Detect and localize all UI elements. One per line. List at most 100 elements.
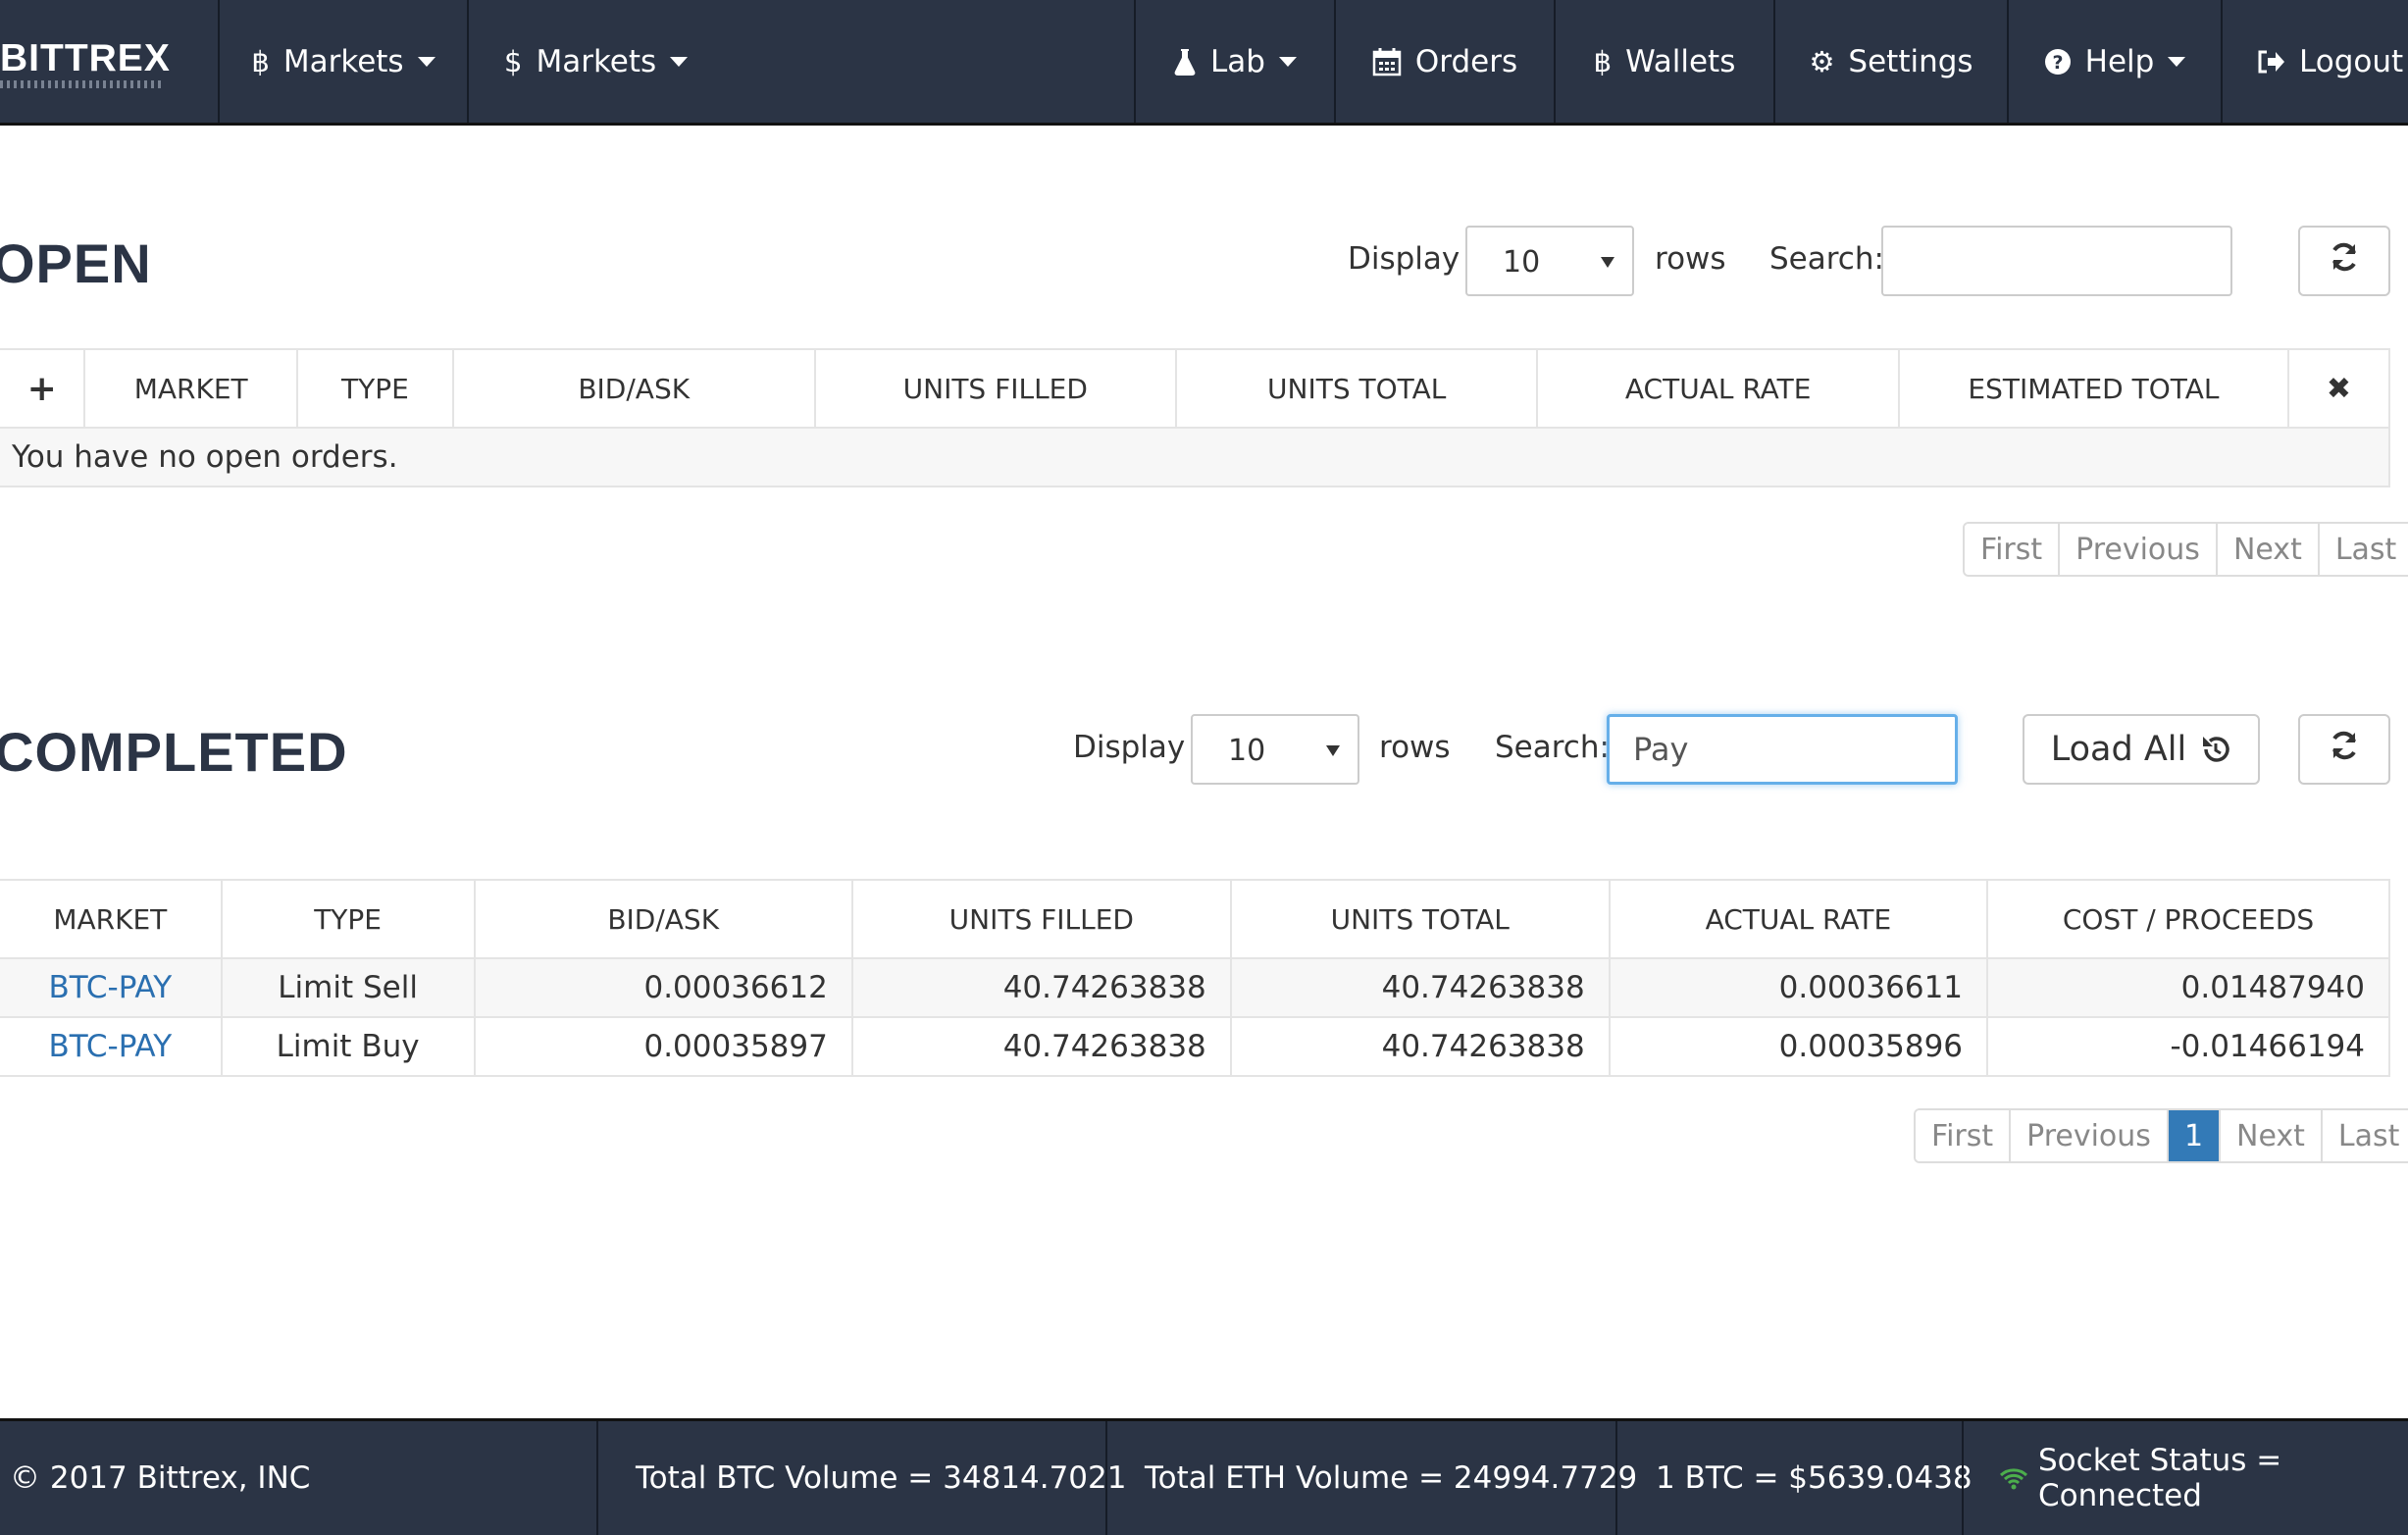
dropdown-arrow-icon bbox=[1601, 257, 1614, 268]
column-header[interactable]: MARKET bbox=[83, 348, 299, 429]
load-all-label: Load All bbox=[2050, 730, 2187, 769]
copyright: © 2017 Bittrex, INC bbox=[10, 1460, 311, 1496]
cost-proceeds: 0.01487940 bbox=[1986, 957, 2390, 1018]
empty-row: You have no open orders. bbox=[0, 427, 2390, 487]
column-header[interactable]: UNITS TOTAL bbox=[1229, 879, 1611, 959]
pager-first[interactable]: First bbox=[1916, 1110, 2012, 1161]
footer-divider bbox=[1962, 1421, 1964, 1535]
dollar-icon: $ bbox=[504, 44, 523, 78]
completed-search-label: Search: bbox=[1495, 730, 1610, 765]
add-column-button[interactable]: + bbox=[0, 348, 86, 429]
footer-bar: © 2017 Bittrex, INC Total BTC Volume = 3… bbox=[0, 1418, 2408, 1535]
btc-volume: Total BTC Volume = 34814.7021 bbox=[636, 1460, 1127, 1496]
select-value: 10 bbox=[1228, 734, 1266, 768]
table-row: BTC-PAY Limit Sell 0.00036612 40.7426383… bbox=[0, 957, 2390, 1018]
column-header[interactable]: UNITS TOTAL bbox=[1174, 348, 1539, 429]
open-refresh-button[interactable] bbox=[2298, 226, 2390, 296]
column-header[interactable]: ACTUAL RATE bbox=[1608, 879, 1989, 959]
nav-settings[interactable]: ⚙ Settings bbox=[1775, 0, 2007, 123]
top-navbar: BITTREX ฿ Markets $ Markets Lab Orders ฿… bbox=[0, 0, 2408, 126]
completed-orders-title: COMPLETED bbox=[0, 721, 348, 783]
btc-price: 1 BTC = $5639.0438 bbox=[1656, 1460, 1973, 1496]
pager-next[interactable]: Next bbox=[2221, 1110, 2323, 1161]
table-row: BTC-PAY Limit Buy 0.00035897 40.74263838… bbox=[0, 1016, 2390, 1077]
nav-lab[interactable]: Lab bbox=[1136, 0, 1334, 123]
gear-icon: ⚙ bbox=[1809, 44, 1835, 78]
flask-icon bbox=[1173, 48, 1197, 76]
socket-status: Socket Status = Connected bbox=[1999, 1421, 2408, 1535]
column-header[interactable]: UNITS FILLED bbox=[813, 348, 1178, 429]
completed-rows-label: rows bbox=[1379, 730, 1451, 765]
nav-orders[interactable]: Orders bbox=[1336, 0, 1554, 123]
open-pagination: First Previous Next Last bbox=[1963, 522, 2408, 577]
order-type: Limit Buy bbox=[220, 1016, 476, 1077]
nav-help[interactable]: ? Help bbox=[2009, 0, 2221, 123]
column-header[interactable]: ACTUAL RATE bbox=[1536, 348, 1900, 429]
open-rows-select[interactable]: 10 bbox=[1465, 226, 1634, 296]
pager-page-1[interactable]: 1 bbox=[2168, 1110, 2222, 1161]
dropdown-arrow-icon bbox=[1326, 745, 1340, 756]
nav-usd-markets[interactable]: $ Markets bbox=[469, 0, 1134, 123]
table-header-row: MARKET TYPE BID/ASK UNITS FILLED UNITS T… bbox=[0, 879, 2390, 959]
caret-down-icon bbox=[1278, 56, 1297, 67]
pager-last[interactable]: Last bbox=[2322, 1110, 2408, 1161]
column-header[interactable]: MARKET bbox=[0, 879, 223, 959]
completed-orders-table: MARKET TYPE BID/ASK UNITS FILLED UNITS T… bbox=[0, 879, 2390, 1077]
footer-divider bbox=[1615, 1421, 1617, 1535]
brand-underline bbox=[0, 80, 162, 88]
column-header[interactable]: ESTIMATED TOTAL bbox=[1898, 348, 2289, 429]
load-all-button[interactable]: Load All bbox=[2023, 714, 2260, 785]
brand-logo[interactable]: BITTREX bbox=[0, 37, 171, 88]
units-filled: 40.74263838 bbox=[850, 1016, 1232, 1077]
pager-last[interactable]: Last bbox=[2319, 524, 2408, 575]
open-display-label: Display bbox=[1348, 241, 1460, 277]
pager-previous[interactable]: Previous bbox=[2011, 1110, 2169, 1161]
completed-search-input[interactable] bbox=[1607, 714, 1958, 785]
nav-logout[interactable]: Logout bbox=[2223, 0, 2408, 123]
bitcoin-icon: ฿ bbox=[251, 44, 270, 78]
column-header[interactable]: TYPE bbox=[296, 348, 454, 429]
pager-first[interactable]: First bbox=[1965, 524, 2061, 575]
column-header[interactable]: BID/ASK bbox=[451, 348, 816, 429]
open-search-label: Search: bbox=[1769, 241, 1884, 277]
completed-refresh-button[interactable] bbox=[2298, 714, 2390, 785]
units-total: 40.74263838 bbox=[1229, 957, 1611, 1018]
bitcoin-icon: ฿ bbox=[1593, 44, 1613, 78]
nav-btc-markets[interactable]: ฿ Markets bbox=[220, 0, 467, 123]
column-header[interactable]: UNITS FILLED bbox=[850, 879, 1232, 959]
close-all-button[interactable]: ✖ bbox=[2286, 348, 2391, 429]
column-header[interactable]: BID/ASK bbox=[473, 879, 853, 959]
column-header[interactable]: TYPE bbox=[220, 879, 476, 959]
units-total: 40.74263838 bbox=[1229, 1016, 1611, 1077]
cost-proceeds: -0.01466194 bbox=[1986, 1016, 2390, 1077]
nav-wallets[interactable]: ฿ Wallets bbox=[1556, 0, 1773, 123]
completed-display-label: Display bbox=[1073, 730, 1186, 765]
nav-label: Settings bbox=[1848, 43, 1973, 79]
pager-previous[interactable]: Previous bbox=[2060, 524, 2218, 575]
completed-rows-select[interactable]: 10 bbox=[1191, 714, 1359, 785]
history-icon bbox=[2200, 734, 2231, 765]
footer-divider bbox=[596, 1421, 598, 1535]
open-search-input[interactable] bbox=[1881, 226, 2232, 296]
logout-icon bbox=[2256, 49, 2285, 75]
column-header[interactable]: COST / PROCEEDS bbox=[1986, 879, 2390, 959]
question-icon: ? bbox=[2044, 48, 2072, 76]
units-filled: 40.74263838 bbox=[850, 957, 1232, 1018]
market-link[interactable]: BTC-PAY bbox=[0, 1016, 223, 1077]
socket-status-text: Socket Status = Connected bbox=[2038, 1443, 2282, 1513]
market-link[interactable]: BTC-PAY bbox=[0, 957, 223, 1018]
bid-ask: 0.00036612 bbox=[473, 957, 853, 1018]
brand-text: BITTREX bbox=[0, 37, 171, 79]
nav-label: Help bbox=[2084, 43, 2155, 79]
pager-next[interactable]: Next bbox=[2217, 524, 2320, 575]
footer-divider bbox=[1105, 1421, 1107, 1535]
refresh-icon bbox=[2328, 240, 2361, 282]
nav-label: Markets bbox=[282, 43, 404, 79]
completed-pagination: First Previous 1 Next Last bbox=[1914, 1108, 2408, 1163]
svg-text:?: ? bbox=[2052, 52, 2063, 74]
nav-label: Logout bbox=[2299, 43, 2404, 79]
caret-down-icon bbox=[2168, 56, 2186, 67]
table-header-row: + MARKET TYPE BID/ASK UNITS FILLED UNITS… bbox=[0, 348, 2391, 429]
nav-label: Markets bbox=[536, 43, 657, 79]
eth-volume: Total ETH Volume = 24994.7729 bbox=[1145, 1460, 1638, 1496]
